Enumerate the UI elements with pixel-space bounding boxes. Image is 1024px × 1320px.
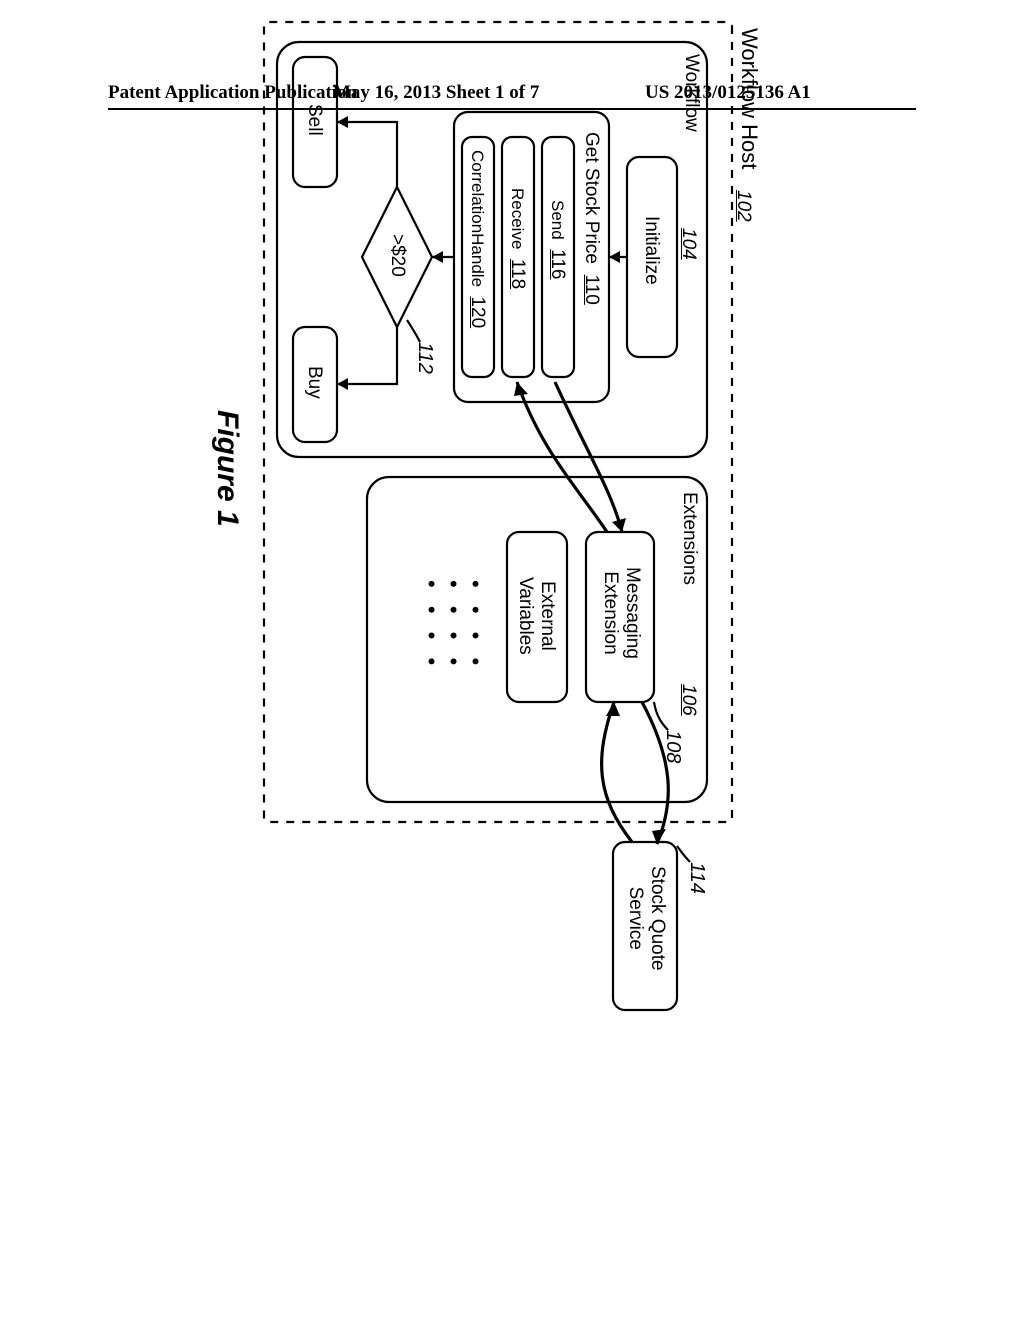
- ref-104: 104: [677, 228, 700, 260]
- stock-service-label: Stock Quote Service: [624, 866, 668, 971]
- send-label: Send 116: [546, 200, 568, 279]
- arrowhead-6b: [606, 702, 620, 716]
- arrowhead-2: [432, 251, 443, 263]
- leader-114: [677, 846, 690, 862]
- leader-112: [407, 320, 420, 342]
- ref-102: 102: [732, 190, 755, 222]
- ref-106: 106: [677, 684, 700, 716]
- arrowhead-3: [337, 116, 348, 128]
- figure-caption: Figure 1: [210, 410, 244, 527]
- workflow-host-box: [264, 22, 732, 822]
- figure-svg: [232, 0, 792, 1052]
- ref-114: 114: [685, 862, 708, 894]
- arrow-decision-to-sell: [337, 122, 397, 187]
- get-stock-price-label: Get Stock Price 110: [580, 132, 602, 305]
- arrowhead-1: [609, 251, 620, 263]
- messaging-ext-label: Messaging Extension: [599, 567, 643, 659]
- initialize-label: Initialize: [640, 216, 662, 285]
- arrow-decision-to-buy: [337, 327, 397, 384]
- workflow-panel-label: Workflow: [680, 54, 702, 132]
- workflow-host-title: Workflow Host: [736, 28, 762, 169]
- buy-label: Buy: [303, 366, 325, 399]
- receive-label: Receive 118: [506, 188, 528, 289]
- arrowhead-4: [337, 378, 348, 390]
- arrowhead-5a: [612, 518, 626, 532]
- ref-108: 108: [661, 730, 684, 763]
- ellipsis-row-3: • • • •: [418, 580, 444, 671]
- figure-scene: Workflow Host Workflow Initialize Get St…: [232, 0, 792, 1052]
- page: Patent Application Publication May 16, 2…: [0, 0, 1024, 1320]
- decision-label: >$20: [386, 234, 408, 277]
- external-vars-label: External Variables: [514, 577, 558, 655]
- leader-108: [654, 702, 668, 730]
- correlation-label: CorrelationHandle 120: [466, 150, 488, 328]
- extensions-panel-label: Extensions: [678, 492, 700, 585]
- sell-label: Sell: [303, 104, 325, 136]
- ref-112: 112: [413, 342, 436, 374]
